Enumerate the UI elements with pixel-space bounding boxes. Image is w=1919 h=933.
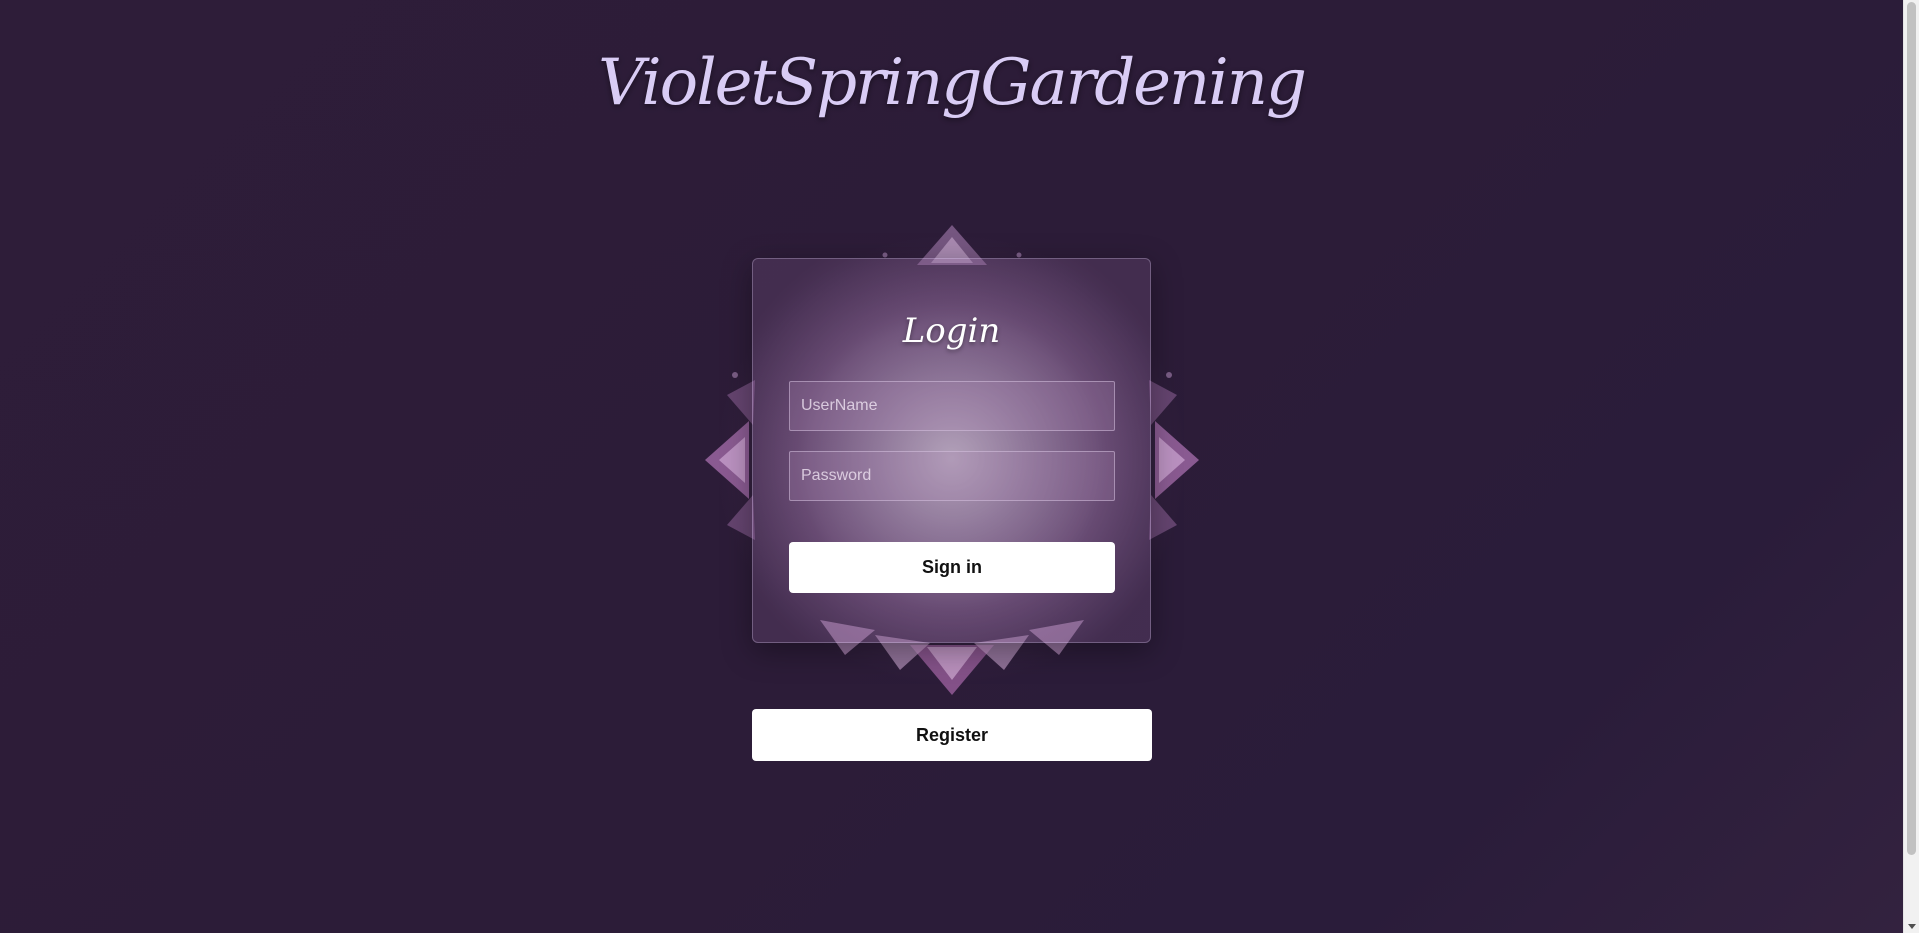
page-background: VioletSpringGardening Login UserName Sig…: [0, 0, 1903, 933]
username-input[interactable]: [789, 381, 1115, 431]
login-heading: Login: [902, 311, 1001, 351]
sign-in-button[interactable]: Sign in: [789, 542, 1115, 593]
vertical-scrollbar[interactable]: [1903, 0, 1919, 933]
register-button[interactable]: Register: [752, 709, 1152, 761]
password-input[interactable]: [789, 451, 1115, 501]
scroll-down-arrow-icon[interactable]: [1908, 924, 1916, 929]
site-title: VioletSpringGardening: [598, 46, 1307, 120]
scrollbar-thumb[interactable]: [1907, 2, 1916, 855]
login-card: Login Sign in: [752, 258, 1151, 643]
